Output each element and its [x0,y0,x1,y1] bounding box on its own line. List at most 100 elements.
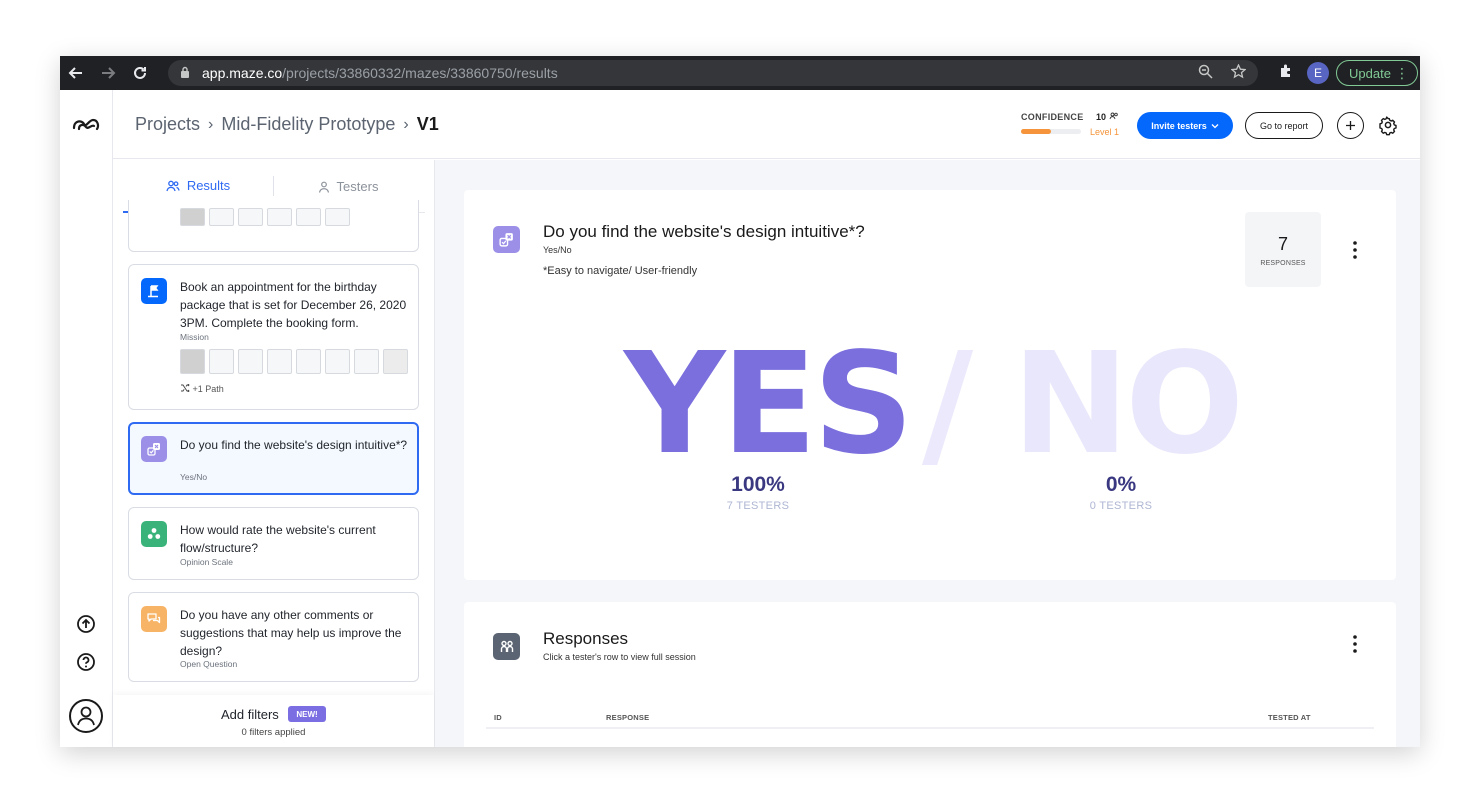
tab-testers-label: Testers [336,179,379,194]
column-tested-at[interactable]: TESTED AT [1268,713,1311,722]
breadcrumb-version: V1 [416,114,439,134]
block-title: Do you have any other comments or sugges… [180,608,402,658]
responses-subtitle: Click a tester's row to view full sessio… [543,652,696,662]
breadcrumb-project[interactable]: Mid-Fidelity Prototype [221,114,395,135]
yes-word: YES [624,323,914,486]
update-button[interactable]: Update ⋮ [1336,60,1418,86]
screen-thumbnail [296,349,321,374]
column-response[interactable]: RESPONSE [606,713,649,722]
confidence-meter[interactable]: CONFIDENCE 10 Level 1 [1021,112,1119,137]
slash-divider: / [922,323,973,486]
screen-thumbnails [180,349,408,374]
filters-applied-count: 0 filters applied [241,727,306,738]
yes-no-icon [141,436,167,462]
path-count-label: +1 Path [192,384,224,394]
reload-icon[interactable] [124,56,156,90]
extensions-icon[interactable] [1278,63,1294,84]
no-testers: 0 TESTERS [1089,500,1153,512]
browser-window: app.maze.co /projects/33860332/mazes/338… [60,56,1420,747]
confidence-level: Level 1 [1090,127,1120,137]
responses-count-box: 7 RESPONSES [1245,212,1321,287]
go-to-report-button[interactable]: Go to report [1245,112,1323,139]
block-card-opinion-scale[interactable]: How would rate the website's current flo… [128,507,419,580]
screen-thumbnails [180,208,350,226]
block-card-yes-no[interactable]: Do you find the website's design intuiti… [128,422,419,495]
more-options-icon[interactable] [1352,240,1358,260]
new-badge: NEW! [288,706,326,722]
person-icon [318,181,329,193]
zoom-icon[interactable] [1198,64,1213,83]
screen-thumbnail [209,208,234,226]
chevron-down-icon [1211,123,1219,128]
blocks-sidebar: Results Testers Book an appointment for … [113,160,435,747]
screen-thumbnail [325,349,350,374]
screen-thumbnail [180,349,205,374]
chevron-right-icon: › [208,115,214,133]
responses-title: Responses [543,629,629,648]
confidence-bar-fill [1021,129,1051,134]
results-main: Do you find the website's design intuiti… [435,160,1420,747]
screen-thumbnail [296,208,321,226]
screen-thumbnail [238,208,263,226]
testers-icon [493,633,520,660]
question-note: *Easy to navigate/ User-friendly [543,265,698,277]
responses-panel: Responses Click a tester's row to view f… [464,602,1396,747]
yes-percentage: 100% [731,473,785,496]
confidence-label: CONFIDENCE [1021,112,1084,122]
url-path: /projects/33860332/mazes/33860750/result… [282,65,558,81]
open-question-icon [141,606,167,632]
user-account-icon[interactable] [69,699,103,733]
help-icon[interactable] [76,652,96,672]
tab-divider [273,176,274,196]
forward-icon[interactable] [92,56,124,90]
screen-thumbnail [325,208,350,226]
filters-panel[interactable]: Add filters NEW! 0 filters applied [113,695,434,747]
lock-icon [180,66,194,80]
url-host: app.maze.co [202,65,283,81]
block-type: Mission [180,332,209,342]
screen-thumbnail [354,349,379,374]
yes-testers: 7 TESTERS [726,500,790,512]
block-type: Yes/No [180,472,208,482]
question-title: Do you find the website's design intuiti… [543,222,865,241]
confidence-count-value: 10 [1096,112,1107,122]
back-icon[interactable] [60,56,92,90]
block-title: Do you find the website's design intuiti… [180,438,408,452]
address-bar[interactable]: app.maze.co /projects/33860332/mazes/338… [168,60,1258,86]
maze-logo-icon[interactable] [71,114,101,134]
more-options-icon[interactable] [1352,634,1358,654]
block-card-open-question[interactable]: Do you have any other comments or sugges… [128,592,419,682]
block-type: Open Question [180,659,238,669]
screen-thumbnail [180,208,205,226]
bookmark-star-icon[interactable] [1230,63,1247,83]
block-card-mission[interactable]: Book an appointment for the birthday pac… [128,264,419,410]
add-filters-button[interactable]: Add filters [221,707,279,722]
block-card-previous[interactable] [128,200,419,252]
column-id[interactable]: ID [494,713,502,722]
screen-thumbnail [383,349,408,374]
responses-count: 7 [1277,234,1288,254]
update-label: Update [1349,65,1391,81]
opinion-scale-icon [141,521,167,547]
settings-gear-icon[interactable] [1377,114,1399,136]
block-title: Book an appointment for the birthday pac… [180,280,407,330]
question-type: Yes/No [543,245,572,255]
mission-flag-icon [141,278,167,304]
confidence-bar [1021,129,1081,134]
block-title: How would rate the website's current flo… [180,523,376,555]
screen-thumbnail [209,349,234,374]
more-vert-icon[interactable]: ⋮ [1395,65,1409,82]
add-icon[interactable] [1337,112,1364,139]
people-icon [1109,112,1118,120]
breadcrumb-projects[interactable]: Projects [135,114,200,135]
invite-testers-button[interactable]: Invite testers [1137,112,1233,139]
responses-label: RESPONSES [1260,260,1306,267]
profile-avatar[interactable]: E [1307,62,1329,84]
screen-thumbnail [238,349,263,374]
screen-thumbnail [267,208,292,226]
breadcrumb: Projects › Mid-Fidelity Prototype › V1 [135,114,439,135]
browser-toolbar: app.maze.co /projects/33860332/mazes/338… [60,56,1420,90]
invite-testers-label: Invite testers [1151,120,1207,131]
upload-icon[interactable] [76,614,96,634]
question-result-panel: Do you find the website's design intuiti… [464,190,1396,580]
